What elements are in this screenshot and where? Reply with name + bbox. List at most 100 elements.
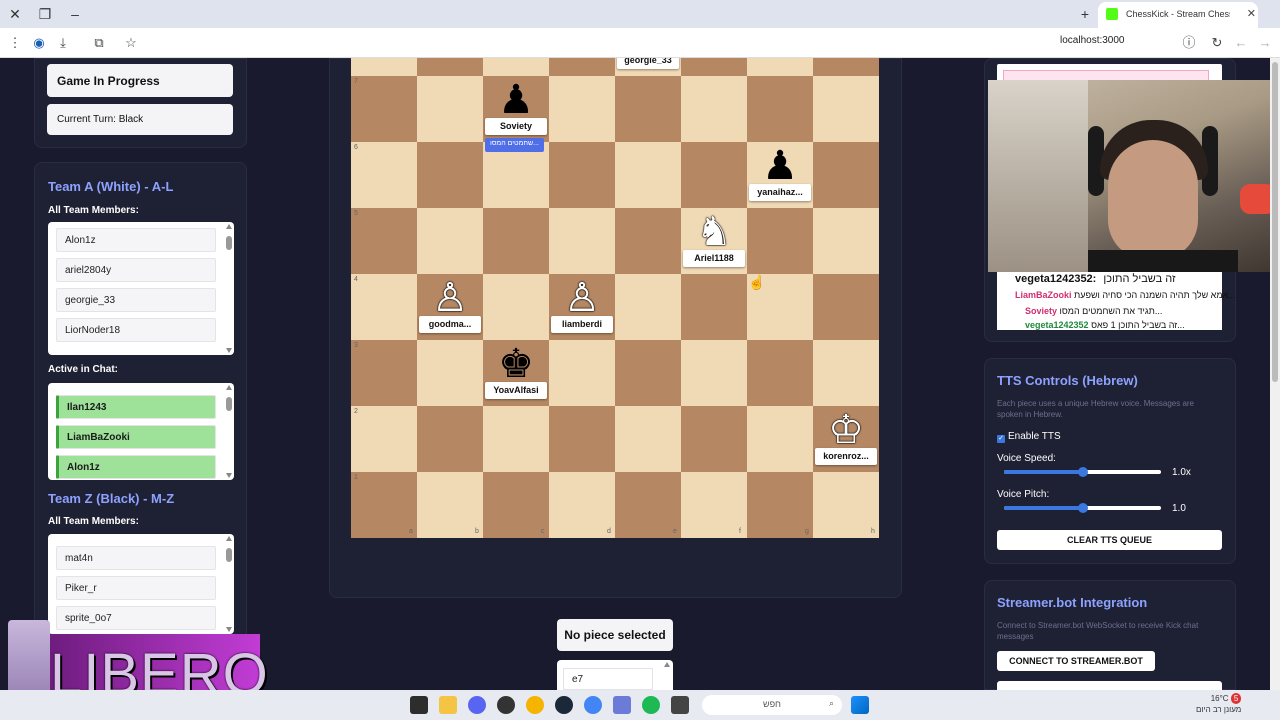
list-item[interactable]: LiorNoder18 [56, 318, 216, 342]
board-square[interactable] [681, 58, 747, 76]
list-item[interactable]: Ilan1243 [56, 395, 216, 419]
board-square[interactable] [615, 472, 681, 538]
board-square[interactable] [483, 472, 549, 538]
board-square[interactable] [747, 58, 813, 76]
restore-window-icon[interactable]: ❐ [36, 5, 54, 23]
scrollbar[interactable] [226, 536, 232, 632]
enable-tts-checkbox[interactable]: ✓ Enable TTS [997, 431, 1061, 443]
site-info-icon[interactable]: ⓘ [1180, 34, 1198, 52]
board-square[interactable] [681, 274, 747, 340]
spotify-icon[interactable] [642, 696, 660, 714]
app-icon[interactable] [613, 696, 631, 714]
chess-piece[interactable]: ♟ [483, 78, 549, 122]
reload-icon[interactable]: ↻ [1208, 34, 1226, 52]
board-square[interactable] [351, 58, 417, 76]
terminal-icon[interactable] [410, 696, 428, 714]
board-square[interactable] [813, 340, 879, 406]
connect-streamerbot-button[interactable]: CONNECT TO STREAMER.BOT [997, 651, 1155, 671]
board-square[interactable] [417, 58, 483, 76]
menu-icon[interactable]: ⋮ [6, 34, 24, 52]
list-item[interactable]: Alon1z [56, 455, 216, 479]
board-square[interactable] [813, 142, 879, 208]
team-a-members-list[interactable]: Alon1z ariel2804y georgie_33 LiorNoder18 [48, 222, 234, 355]
board-square[interactable] [681, 340, 747, 406]
board-square[interactable] [813, 58, 879, 76]
board-square[interactable] [747, 340, 813, 406]
chess-piece[interactable]: ♔ [813, 408, 879, 452]
checkbox-check-icon[interactable]: ✓ [997, 435, 1005, 443]
extensions-icon[interactable]: ⧉ [90, 34, 108, 52]
close-window-icon[interactable]: ✕ [6, 5, 24, 23]
board-square[interactable] [351, 76, 417, 142]
chrome-icon[interactable] [584, 696, 602, 714]
app-icon[interactable] [671, 696, 689, 714]
board-square[interactable] [549, 58, 615, 76]
board-square[interactable] [813, 208, 879, 274]
windows-start-icon[interactable] [851, 696, 869, 714]
media-player-icon[interactable] [497, 696, 515, 714]
slider-handle[interactable] [1077, 503, 1088, 513]
board-square[interactable] [615, 208, 681, 274]
board-square[interactable] [813, 472, 879, 538]
board-square[interactable] [813, 76, 879, 142]
board-square[interactable] [549, 76, 615, 142]
scrollbar[interactable] [226, 385, 232, 478]
chess-piece[interactable]: ♚ [483, 342, 549, 386]
taskbar-search[interactable]: ⌕ חפש [702, 695, 842, 715]
board-square[interactable] [747, 208, 813, 274]
board-square[interactable] [351, 208, 417, 274]
close-tab-icon[interactable]: ✕ [1247, 7, 1256, 20]
forward-icon[interactable]: ← [1232, 34, 1250, 52]
board-square[interactable] [417, 142, 483, 208]
list-item[interactable]: Piker_r [56, 576, 216, 600]
list-item[interactable]: mat4n [56, 546, 216, 570]
voice-speed-slider[interactable] [1004, 467, 1161, 477]
board-square[interactable] [549, 472, 615, 538]
board-square[interactable] [351, 142, 417, 208]
steam-icon[interactable] [555, 696, 573, 714]
board-square[interactable] [813, 274, 879, 340]
tab-chesskick[interactable]: ChessKick - Stream Chess G ✕ [1098, 2, 1258, 28]
board-square[interactable] [483, 274, 549, 340]
board-square[interactable] [615, 274, 681, 340]
clear-tts-queue-button[interactable]: CLEAR TTS QUEUE [997, 530, 1222, 550]
scrollbar[interactable] [664, 662, 670, 692]
profile-icon[interactable]: ◉ [30, 34, 48, 52]
board-square[interactable] [483, 58, 549, 76]
chess-board[interactable]: 7654321abcdefgh♛georgie_33♟Sovietyשחמטים… [351, 58, 879, 574]
move-item[interactable]: e7 [563, 668, 653, 690]
list-item[interactable]: ariel2804y [56, 258, 216, 282]
bookmark-star-icon[interactable]: ☆ [122, 34, 140, 52]
board-square[interactable] [615, 406, 681, 472]
board-square[interactable] [417, 406, 483, 472]
board-square[interactable] [681, 142, 747, 208]
board-square[interactable] [417, 76, 483, 142]
list-item[interactable]: Alon1z [56, 228, 216, 252]
list-item[interactable]: georgie_33 [56, 288, 216, 312]
board-square[interactable] [681, 406, 747, 472]
slider-handle[interactable] [1077, 467, 1088, 477]
weather-widget[interactable]: 16°C 5 מעונן רב היום [1196, 693, 1242, 715]
board-square[interactable] [681, 76, 747, 142]
folder-icon[interactable] [439, 696, 457, 714]
team-a-active-list[interactable]: Ilan1243 LiamBaZooki Alon1z [48, 383, 234, 480]
download-icon[interactable]: ⤓ [54, 34, 72, 52]
board-square[interactable] [615, 340, 681, 406]
address-bar[interactable]: localhost:3000 [1060, 35, 1125, 46]
voice-pitch-slider[interactable] [1004, 503, 1161, 513]
chrome-canary-icon[interactable] [526, 696, 544, 714]
board-square[interactable] [549, 208, 615, 274]
board-square[interactable] [351, 274, 417, 340]
board-square[interactable] [747, 76, 813, 142]
minimize-window-icon[interactable]: – [66, 5, 84, 23]
list-item[interactable]: LiamBaZooki [56, 425, 216, 449]
board-square[interactable] [483, 406, 549, 472]
chess-piece[interactable]: ♟ [747, 144, 813, 188]
board-square[interactable] [549, 340, 615, 406]
new-tab-icon[interactable]: + [1076, 5, 1094, 23]
board-square[interactable] [615, 76, 681, 142]
move-list[interactable]: e7 [557, 660, 673, 694]
scrollbar[interactable] [226, 224, 232, 353]
board-square[interactable] [351, 472, 417, 538]
board-square[interactable] [615, 142, 681, 208]
